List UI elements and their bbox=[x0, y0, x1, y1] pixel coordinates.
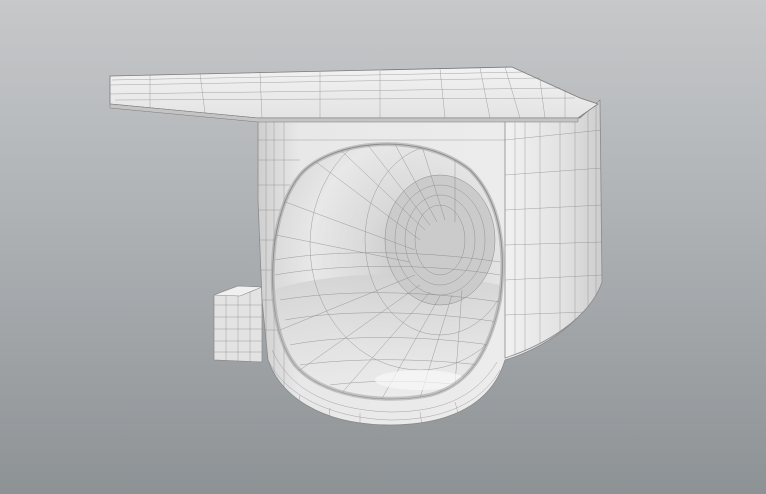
3d-viewport[interactable] bbox=[0, 0, 766, 494]
side-tab bbox=[213, 285, 263, 363]
top-plate bbox=[109, 66, 599, 123]
model-canvas bbox=[0, 0, 766, 494]
